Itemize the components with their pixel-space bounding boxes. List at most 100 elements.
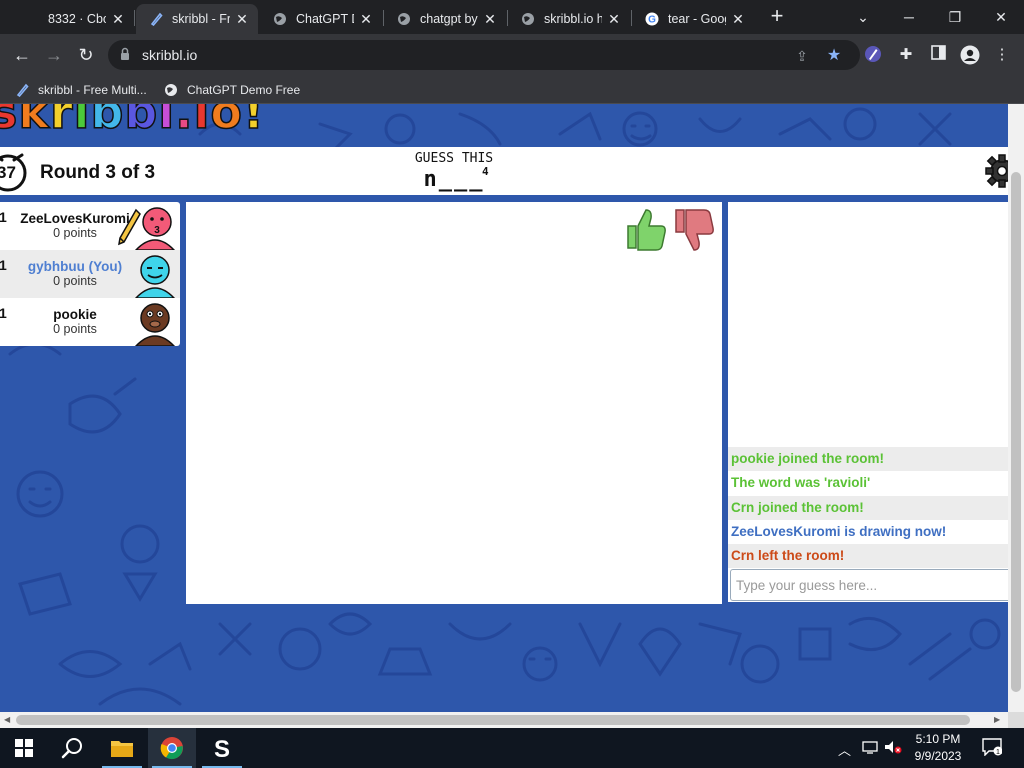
system-clock[interactable]: 5:10 PM 9/9/2023 <box>906 731 970 765</box>
globe-icon <box>396 11 412 27</box>
minimize-button[interactable]: ─ <box>886 4 932 30</box>
bookmark-star-icon[interactable]: ★ <box>824 46 844 66</box>
tab-title: chatgpt by <box>420 12 478 26</box>
show-hidden-icons-chevron-icon[interactable]: ︿ <box>838 740 851 759</box>
share-icon[interactable]: ⇪ <box>792 46 812 66</box>
file-explorer-icon[interactable] <box>98 728 146 768</box>
restore-button[interactable]: ❐ <box>932 4 978 30</box>
tab-close-icon[interactable]: ✕ <box>234 11 250 28</box>
tab-cbox[interactable]: 8332 · Cbox ✕ <box>12 4 134 34</box>
player-rank: 1 <box>0 209 7 225</box>
globe-icon <box>520 11 536 27</box>
thumbs-down-icon[interactable] <box>672 206 716 252</box>
svg-text:S: S <box>214 736 230 761</box>
player-avatar <box>134 255 176 298</box>
chat-panel: pookie joined the room! The word was 'ra… <box>728 202 1008 602</box>
svg-text:3: 3 <box>154 225 160 236</box>
skribbl-pencil-icon <box>14 82 30 98</box>
search-icon[interactable] <box>48 728 96 768</box>
tab-chatgpt-demo[interactable]: ChatGPT Demo ✕ <box>260 4 382 34</box>
new-tab-button[interactable]: + <box>764 5 790 29</box>
tab-chatgpt-by[interactable]: chatgpt by ✕ <box>384 4 506 34</box>
reload-icon[interactable]: ↻ <box>73 42 99 68</box>
player-name: pookie <box>53 307 97 322</box>
chat-message-text: pookie joined the room! <box>731 451 885 466</box>
profile-avatar-icon[interactable] <box>960 45 980 65</box>
tab-google-search[interactable]: G tear - Goog ✕ <box>632 4 754 34</box>
close-window-button[interactable]: ✕ <box>978 4 1024 30</box>
player-row[interactable]: 1 pookie 0 points <box>0 298 180 346</box>
tab-close-icon[interactable]: ✕ <box>606 11 622 28</box>
windows-taskbar: S ︿ 5:10 PM 9/9/2023 1 <box>0 728 1024 768</box>
clock-time: 5:10 PM <box>915 732 961 746</box>
tab-skribbl[interactable]: skribbl - Free ✕ <box>136 4 258 34</box>
scroll-left-arrow-icon[interactable]: ◀ <box>4 715 10 724</box>
player-rank: 1 <box>0 257 7 273</box>
back-icon[interactable]: ← <box>9 42 35 68</box>
game-header-bar: 37 Round 3 of 3 GUESS THIS n___ 4 <box>0 147 1008 195</box>
player-name: ZeeLovesKuromi <box>20 211 130 226</box>
globe-icon <box>272 11 288 27</box>
thumbs-up-icon[interactable] <box>624 206 668 252</box>
bookmark-label: skribbl - Free Multi... <box>38 83 147 97</box>
skype-s-icon[interactable]: S <box>198 728 246 768</box>
skribbl-logo: skribbl.io! <box>0 104 265 140</box>
volume-muted-icon[interactable] <box>884 740 902 757</box>
settings-gear-icon[interactable] <box>984 153 1008 189</box>
svg-text:G: G <box>648 15 656 26</box>
player-points: 0 points <box>53 322 97 336</box>
tab-close-icon[interactable]: ✕ <box>482 11 498 28</box>
guess-input[interactable] <box>730 569 1008 601</box>
chrome-taskbar-icon[interactable] <box>148 728 196 768</box>
chat-message-text: Crn joined the room! <box>731 500 864 515</box>
player-row[interactable]: 1 ZeeLovesKuromi 0 points 3 <box>0 202 180 250</box>
chat-message: Crn left the room! <box>728 544 1008 568</box>
side-panel-icon[interactable] <box>928 45 948 65</box>
skribbl-pencil-icon <box>148 11 164 27</box>
round-timer: 37 <box>0 163 16 182</box>
player-list: 1 ZeeLovesKuromi 0 points 3 1 gybhbuu (Y… <box>0 202 180 346</box>
url-text[interactable]: skribbl.io <box>142 47 197 63</box>
tab-close-icon[interactable]: ✕ <box>110 11 126 28</box>
skribbl-page: skribbl.io! 37 Round 3 of 3 GUESS THIS n… <box>0 104 1008 712</box>
google-icon: G <box>644 11 660 27</box>
horizontal-scroll-thumb[interactable] <box>16 715 970 725</box>
scrollbar-corner <box>1008 712 1024 728</box>
scroll-right-arrow-icon[interactable]: ▶ <box>994 715 1000 724</box>
chat-message-text: The word was 'ravioli' <box>731 475 871 490</box>
vertical-scrollbar[interactable] <box>1008 104 1024 712</box>
skribbl-extension-icon[interactable] <box>863 45 883 65</box>
chrome-menu-icon[interactable]: ⋮ <box>992 45 1012 65</box>
bookmark-chatgpt-demo[interactable]: ChatGPT Demo Free <box>163 82 300 98</box>
start-windows-icon[interactable] <box>0 728 48 768</box>
tab-title: skribbl - Free <box>172 12 230 26</box>
vertical-scroll-thumb[interactable] <box>1011 172 1021 692</box>
globe-icon <box>163 82 179 98</box>
tab-title: tear - Goog <box>668 12 726 26</box>
tab-close-icon[interactable]: ✕ <box>358 11 374 28</box>
forward-icon[interactable]: → <box>41 42 67 68</box>
drawing-canvas[interactable] <box>186 202 722 604</box>
tab-skribbl-help[interactable]: skribbl.io h ✕ <box>508 4 630 34</box>
chat-message: ZeeLovesKuromi is drawing now! <box>728 520 1008 544</box>
bookmark-label: ChatGPT Demo Free <box>187 83 301 97</box>
bookmarks-bar: skribbl - Free Multi... ChatGPT Demo Fre… <box>0 76 1024 104</box>
extensions-puzzle-icon[interactable]: ✚ <box>896 45 916 65</box>
chat-message-text: ZeeLovesKuromi is drawing now! <box>731 524 947 539</box>
cbox-favicon-icon <box>24 11 40 27</box>
network-icon[interactable] <box>862 740 878 757</box>
round-indicator: Round 3 of 3 <box>40 162 156 183</box>
horizontal-scrollbar[interactable]: ◀ ▶ <box>0 712 1008 728</box>
browser-toolbar: ← → ↻ skribbl.io ⇪ ★ ✚ ⋮ <box>0 34 1024 76</box>
notifications-icon[interactable]: 1 <box>982 738 1003 759</box>
chat-message-text: Crn left the room! <box>731 548 845 563</box>
tab-search-chevron-icon[interactable]: ⌄ <box>840 4 886 30</box>
address-bar[interactable]: skribbl.io ⇪ ★ <box>108 40 860 70</box>
chat-message: The word was 'ravioli' <box>728 471 1008 495</box>
word-hint: n___ <box>423 167 485 192</box>
player-row[interactable]: 1 gybhbuu (You) 0 points <box>0 250 180 298</box>
player-rank: 1 <box>0 305 7 321</box>
tab-close-icon[interactable]: ✕ <box>730 11 746 28</box>
lock-icon[interactable] <box>120 47 130 61</box>
bookmark-skribbl[interactable]: skribbl - Free Multi... <box>14 82 147 98</box>
